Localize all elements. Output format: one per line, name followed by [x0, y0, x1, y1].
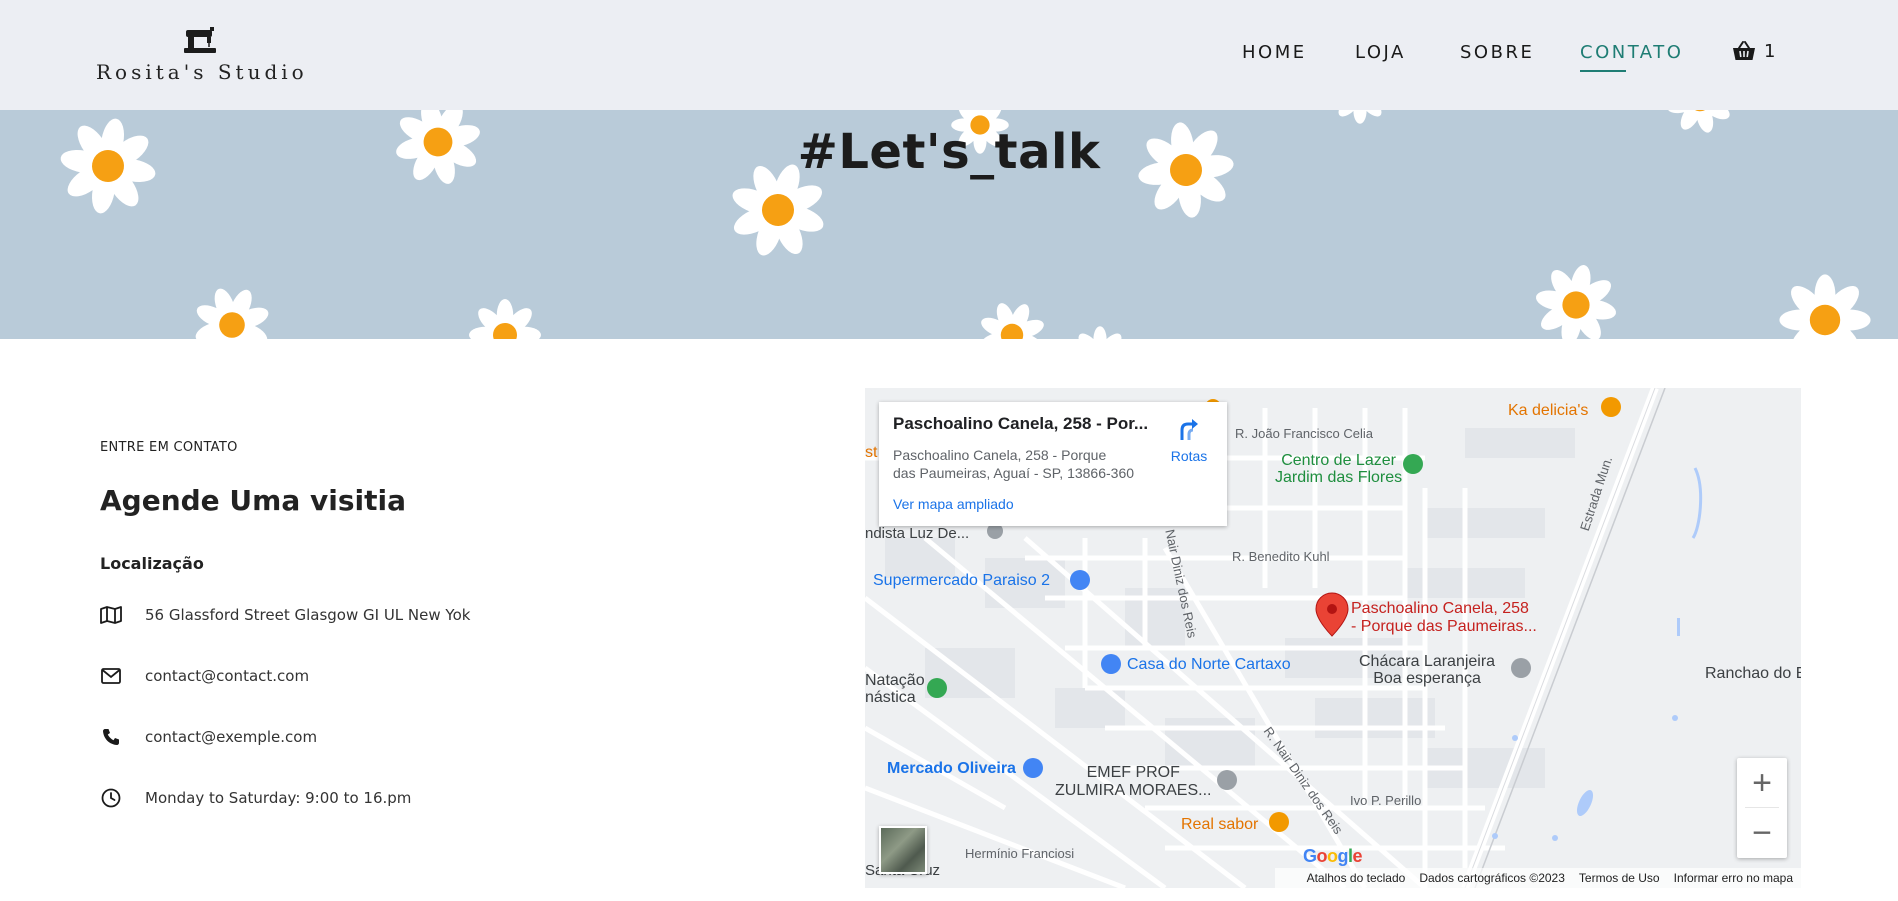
map-label-real-sabor: Real sabor: [1181, 816, 1259, 833]
map-label-perillo: Ivo P. Perillo: [1350, 793, 1422, 808]
terms-link[interactable]: Termos de Uso: [1579, 871, 1660, 885]
nav-sobre[interactable]: SOBRE: [1460, 42, 1534, 63]
map-label-nista: ndista Luz De...: [865, 525, 970, 542]
map-attribution: Atalhos do teclado Dados cartográficos ©…: [1275, 868, 1801, 888]
card-title: Paschoalino Canela, 258 - Por...: [893, 414, 1149, 433]
contact-title: Agende Uma visitia: [100, 484, 406, 517]
google-map[interactable]: Ka delicia's R. João Francisco Celia Cen…: [865, 388, 1801, 888]
map-label-st-fragment: st: [865, 444, 878, 461]
directions-button[interactable]: Rotas: [1159, 416, 1219, 464]
nav-home[interactable]: HOME: [1242, 42, 1307, 63]
satellite-toggle[interactable]: [879, 826, 927, 874]
map-label-pin-line1: Paschoalino Canela, 258: [1351, 600, 1529, 617]
map-label-natacao: Natação nástica: [865, 672, 925, 706]
hero-title: #Let's_talk: [797, 124, 1101, 180]
enlarge-map-link[interactable]: Ver mapa ampliado: [893, 496, 1014, 512]
map-data-text: Dados cartográficos ©2023: [1419, 871, 1565, 885]
map-label-pin-line2: - Porque das Paumeiras...: [1351, 618, 1537, 635]
hero-banner: #Let's_talk: [0, 110, 1898, 339]
site-header: Rosita's Studio HOME LOJA SOBRE CONTATO …: [0, 0, 1898, 110]
main-nav: HOME LOJA SOBRE CONTATO: [0, 42, 1898, 72]
hours-row: Monday to Saturday: 9:00 to 16.pm: [100, 787, 411, 809]
map-label-joao-celia: R. João Francisco Celia: [1235, 426, 1373, 441]
cart-button[interactable]: 1: [1732, 40, 1775, 62]
nav-loja[interactable]: LOJA: [1355, 42, 1406, 63]
cart-count: 1: [1764, 40, 1776, 62]
directions-icon: [1180, 419, 1198, 440]
zoom-in-button[interactable]: +: [1737, 758, 1787, 808]
map-label-chacara: Chácara Laranjeira Boa esperança: [1359, 653, 1496, 687]
email-row: contact@contact.com: [100, 665, 309, 687]
location-label: Localização: [100, 554, 204, 573]
basket-icon: [1733, 41, 1755, 60]
clock-icon: [100, 787, 122, 809]
nav-contato[interactable]: CONTATO: [1580, 42, 1683, 63]
nav-active-indicator: [1580, 70, 1626, 72]
zoom-out-button[interactable]: −: [1737, 808, 1787, 858]
address-text: 56 Glassford Street Glasgow GI UL New Yo…: [145, 606, 471, 624]
google-logo: Google: [1303, 846, 1363, 866]
address-row: 56 Glassford Street Glasgow GI UL New Yo…: [100, 604, 470, 626]
map-label-ka-delicia: Ka delicia's: [1508, 402, 1589, 419]
directions-label: Rotas: [1170, 448, 1208, 464]
contact-eyebrow: ENTRE EM CONTATO: [100, 440, 238, 455]
map-icon: [100, 604, 122, 626]
email-text[interactable]: contact@contact.com: [145, 667, 309, 685]
map-label-ranchao: Ranchao do Elf: [1705, 665, 1801, 682]
phone-text[interactable]: contact@exemple.com: [145, 728, 317, 746]
map-label-benedito: R. Benedito Kuhl: [1232, 549, 1330, 564]
phone-icon: [100, 726, 122, 748]
map-label-emef: EMEF PROF ZULMIRA MORAES...: [1055, 764, 1212, 799]
keyboard-shortcuts-link[interactable]: Atalhos do teclado: [1307, 871, 1406, 885]
zoom-control: + −: [1737, 758, 1787, 858]
phone-row: contact@exemple.com: [100, 726, 317, 748]
card-address: Paschoalino Canela, 258 - Porque das Pau…: [893, 447, 1135, 481]
hours-text: Monday to Saturday: 9:00 to 16.pm: [145, 789, 412, 807]
map-label-mercado: Mercado Oliveira: [887, 760, 1016, 777]
map-label-herminio: Hermínio Franciosi: [965, 846, 1075, 861]
envelope-icon: [100, 665, 122, 687]
map-label-centro-lazer: Centro de Lazer Jardim das Flores: [1275, 452, 1403, 486]
map-label-supermercado: Supermercado Paraiso 2: [873, 572, 1050, 589]
map-label-casa-norte: Casa do Norte Cartaxo: [1127, 656, 1291, 673]
report-error-link[interactable]: Informar erro no mapa: [1674, 871, 1793, 885]
map-info-card: Paschoalino Canela, 258 - Por... Paschoa…: [879, 402, 1227, 526]
